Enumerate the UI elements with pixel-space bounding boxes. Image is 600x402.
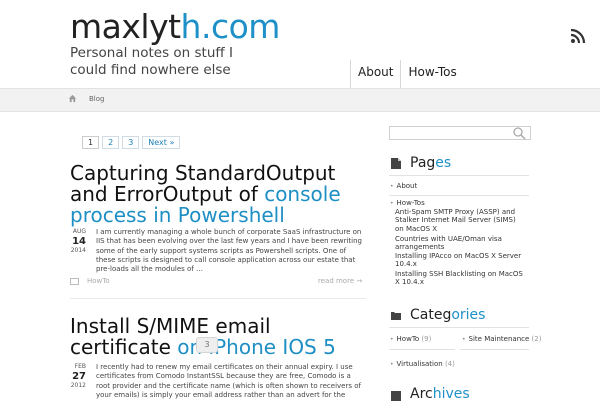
home-icon[interactable]	[68, 94, 77, 103]
page-link-about[interactable]: • About	[390, 182, 417, 191]
site-tagline: Personal notes on stuff I could find now…	[70, 45, 233, 78]
page-3-button[interactable]: 3	[122, 136, 140, 149]
archive-icon	[391, 391, 401, 401]
page-1-button[interactable]: 1	[82, 136, 100, 149]
widget-divider	[389, 175, 529, 176]
post-excerpt: I recently had to renew my email certifi…	[96, 363, 361, 399]
search-icon[interactable]	[512, 126, 526, 140]
subpage-link[interactable]: Installing IPAcco on MacOS X Server 10.4…	[395, 252, 525, 269]
nav-how-tos[interactable]: How-Tos	[400, 60, 463, 88]
post-divider	[70, 298, 366, 299]
breadcrumb-blog[interactable]: Blog	[89, 95, 104, 103]
post-date: FEB 27 2012	[70, 363, 86, 389]
category-link-howto[interactable]: • HowTo (9)	[390, 335, 431, 344]
post-excerpt: I am currently managing a whole bunch of…	[96, 228, 362, 274]
subpage-link[interactable]: Installing SSH Blacklisting on MacOS X 1…	[395, 270, 525, 287]
category-link[interactable]: HowTo	[87, 277, 110, 285]
widget-divider	[389, 327, 529, 328]
category-link-virtualisation[interactable]: • Virtualisation (4)	[390, 360, 455, 369]
folder-icon	[70, 277, 79, 285]
category-link-site-maintenance[interactable]: • Site Maintenance (2)	[462, 335, 541, 344]
subpage-link[interactable]: Countries with UAE/Oman visa arrangement…	[395, 235, 525, 252]
nav-about[interactable]: About	[350, 60, 400, 88]
widget-divider	[389, 195, 529, 196]
main-nav: About How-Tos	[350, 60, 464, 88]
next-page-button[interactable]: Next »	[142, 136, 181, 149]
rss-icon[interactable]	[570, 28, 586, 44]
post-date: AUG 14 2014	[70, 228, 86, 254]
post-title[interactable]: Install S/MIME email certificate on iPho…	[70, 316, 370, 358]
folder-icon	[391, 312, 401, 320]
categories-widget-title: Categories	[410, 307, 486, 323]
widget-divider	[389, 349, 455, 350]
read-more-link[interactable]: read more →	[318, 277, 362, 285]
comment-count-badge[interactable]: 3	[196, 337, 218, 353]
post-category: HowTo	[70, 277, 110, 285]
post-title[interactable]: Capturing StandardOutput and ErrorOutput…	[70, 163, 370, 226]
page-link-how-tos[interactable]: • How-Tos	[390, 199, 425, 208]
pagination: 1 2 3 Next »	[82, 136, 181, 149]
page-2-button[interactable]: 2	[102, 136, 120, 149]
pages-widget-title: Pages	[410, 155, 452, 171]
document-icon	[391, 158, 401, 169]
search-input[interactable]	[389, 126, 531, 140]
widget-divider	[460, 349, 529, 350]
subpage-link[interactable]: Anti-Spam SMTP Proxy (ASSP) and Stalker …	[395, 208, 525, 233]
site-title[interactable]: maxlyth.com	[70, 8, 280, 46]
